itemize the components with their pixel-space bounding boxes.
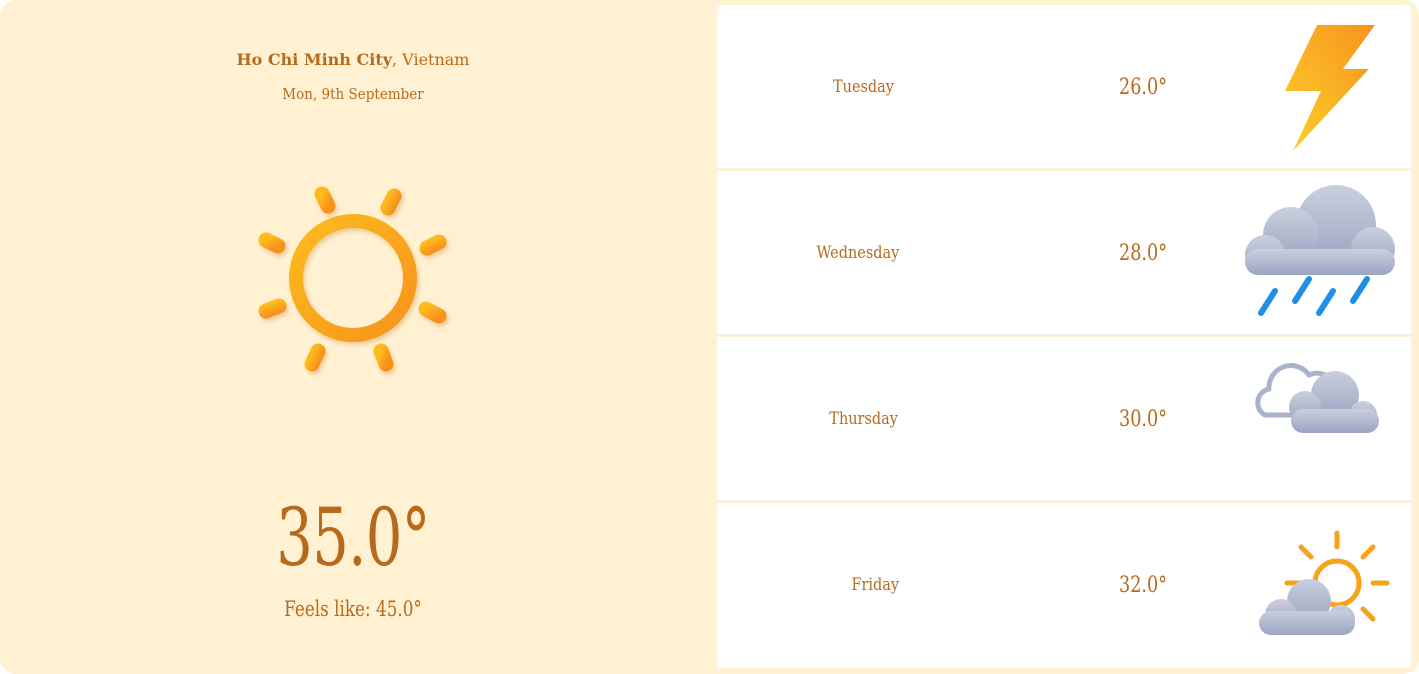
forecast-row: Thursday 30.0°: [717, 337, 1411, 502]
partly-cloudy-icon: [1259, 530, 1390, 635]
sun-icon: [258, 186, 447, 372]
country-name: , Vietnam: [392, 50, 470, 69]
feels-like: Feels like: 45.0°: [284, 597, 422, 621]
forecast-temperature: 32.0°: [1119, 573, 1167, 598]
location-line: Ho Chi Minh City, Vietnam: [0, 48, 706, 72]
forecast-day: Friday: [851, 575, 900, 595]
forecast-temperature: 28.0°: [1119, 241, 1167, 266]
forecast-day: Wednesday: [816, 243, 900, 263]
forecast-day: Tuesday: [833, 77, 894, 97]
forecast-row: Tuesday 26.0°: [717, 5, 1411, 170]
cloudy-icon: [1255, 363, 1379, 433]
current-weather-panel: Ho Chi Minh City, Vietnam Mon, 9th Septe…: [0, 0, 716, 674]
forecast-row: Wednesday 28.0°: [717, 171, 1411, 336]
city-name: Ho Chi Minh City: [236, 50, 393, 69]
current-date: Mon, 9th September: [282, 85, 424, 103]
rain-cloud-icon: [1245, 185, 1395, 316]
forecast-list: Tuesday 26.0° Wednesday 28.0° Thursday 3…: [717, 5, 1411, 670]
current-temperature: 35.0°: [276, 491, 430, 584]
forecast-row: Friday 32.0°: [717, 503, 1411, 668]
lightning-icon: [1285, 25, 1375, 151]
forecast-temperature: 30.0°: [1119, 407, 1167, 432]
forecast-day: Thursday: [829, 409, 898, 429]
forecast-temperature: 26.0°: [1119, 75, 1167, 100]
weather-widget: Ho Chi Minh City, Vietnam Mon, 9th Septe…: [0, 0, 1419, 674]
